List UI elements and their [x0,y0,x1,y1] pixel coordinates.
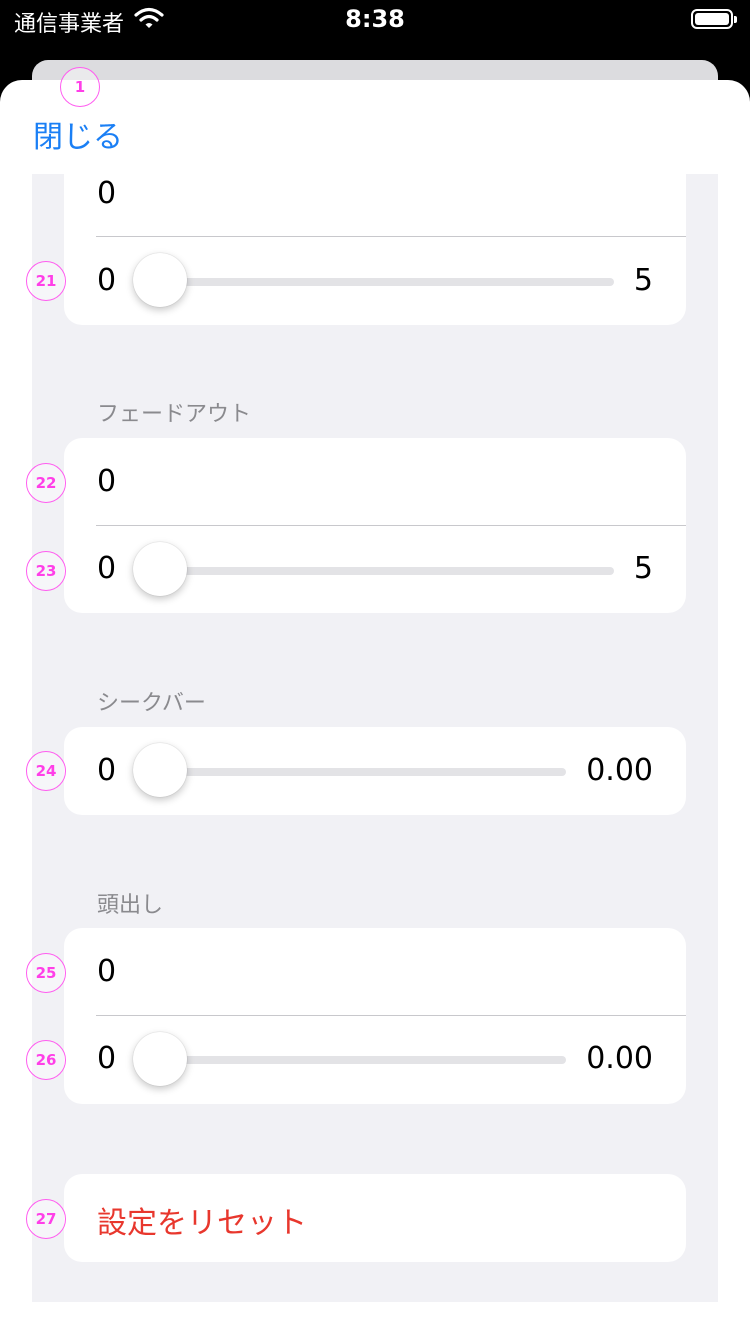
battery-icon [691,9,737,29]
marker-badge-22: 22 [26,463,66,503]
slider-min-label: 0 [97,551,117,586]
reset-settings-button[interactable]: 設定をリセット [64,1174,686,1262]
slider-thumb[interactable] [133,253,187,307]
slider-min-label: 0 [97,1041,117,1076]
cue-card: 0 0 0.00 [64,928,686,1104]
seek-bar-card: 0 0.00 [64,727,686,815]
slider-max-label: 5 [633,263,653,298]
marker-badge-24: 24 [26,751,66,791]
slider-track[interactable] [160,567,614,575]
slider-max-label: 0.00 [586,1041,653,1076]
slider-track[interactable] [160,768,566,776]
status-time: 8:38 [345,5,405,33]
divider [96,236,686,237]
slider-max-label: 5 [633,551,653,586]
marker-badge-1: 1 [60,67,100,107]
marker-badge-21: 21 [26,261,66,301]
marker-badge-26: 26 [26,1040,66,1080]
slider-track[interactable] [160,1056,566,1064]
top-value-field[interactable]: 0 [97,176,116,211]
slider-thumb[interactable] [133,1032,187,1086]
slider-min-label: 0 [97,263,117,298]
marker-badge-27: 27 [26,1199,66,1239]
cue-value-field[interactable]: 0 [97,954,116,989]
top-card: 0 0 5 [64,150,686,325]
section-header-fade-out: フェードアウト [97,402,252,427]
divider [96,1015,686,1016]
divider [96,525,686,526]
marker-badge-23: 23 [26,551,66,591]
slider-track[interactable] [160,278,614,286]
reset-settings-label: 設定をリセット [97,1206,307,1241]
section-header-cue: 頭出し [97,893,164,918]
slider-max-label: 0.00 [586,753,653,788]
fade-out-card: 0 0 5 [64,438,686,613]
marker-badge-25: 25 [26,953,66,993]
status-bar: 通信事業者 8:38 [0,0,750,40]
section-header-seek-bar: シークバー [97,691,206,716]
fade-out-value-field[interactable]: 0 [97,464,116,499]
slider-thumb[interactable] [133,743,187,797]
slider-min-label: 0 [97,753,117,788]
slider-thumb[interactable] [133,542,187,596]
